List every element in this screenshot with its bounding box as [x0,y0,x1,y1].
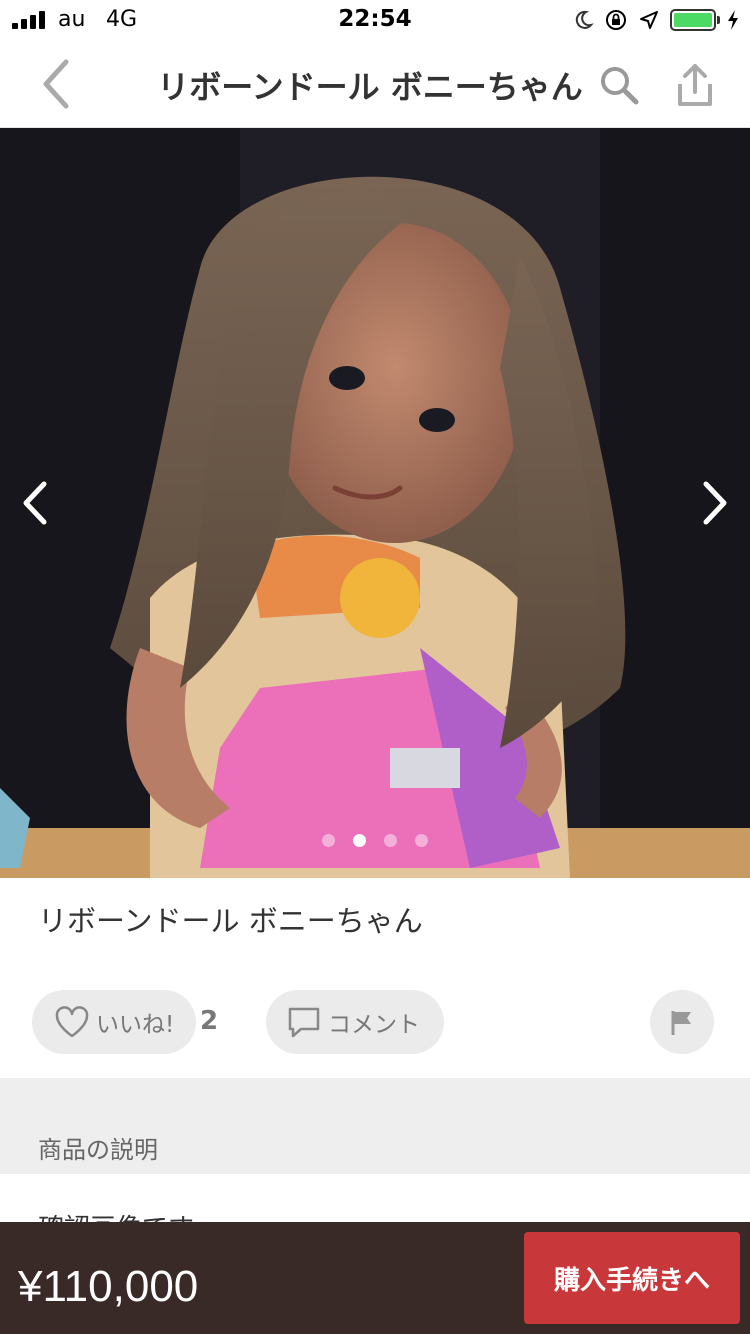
product-title: リボーンドール ボニーちゃん [38,904,423,938]
buy-button[interactable]: 購入手続きへ [524,1232,740,1324]
search-icon[interactable] [596,62,642,108]
price: ¥110,000 [18,1262,199,1311]
product-image-carousel[interactable] [0,128,750,878]
carousel-dot[interactable] [353,834,366,847]
like-count: 2 [200,1006,219,1036]
carousel-indicator [0,834,750,847]
carousel-next-icon[interactable] [688,478,738,528]
status-bar: au 4G 22:54 [0,0,750,40]
chevron-left-icon[interactable] [30,54,80,114]
battery-icon [670,9,720,31]
share-icon[interactable] [670,60,720,110]
comment-label: コメント [328,1012,420,1038]
moon-icon [575,10,594,29]
rotation-lock-icon [606,10,626,30]
location-arrow-icon [640,11,658,29]
page-title: リボーンドール ボニーちゃん [157,68,583,106]
carousel-dot[interactable] [415,834,428,847]
report-button[interactable] [650,990,714,1054]
heart-icon [55,1006,89,1038]
status-right-group [572,6,740,34]
like-label: いいね! [96,1012,175,1038]
comment-button[interactable]: コメント [266,990,444,1054]
carousel-dot[interactable] [322,834,335,847]
charging-bolt-icon [728,10,738,30]
flag-icon [671,1011,691,1035]
carousel-dot[interactable] [384,834,397,847]
navigation-bar: リボーンドール ボニーちゃん [0,40,750,128]
description-header: 商品の説明 [38,1136,158,1164]
comment-icon [288,1007,320,1038]
like-button[interactable]: いいね! [32,990,196,1054]
product-photo [0,128,750,878]
carousel-prev-icon[interactable] [12,478,62,528]
